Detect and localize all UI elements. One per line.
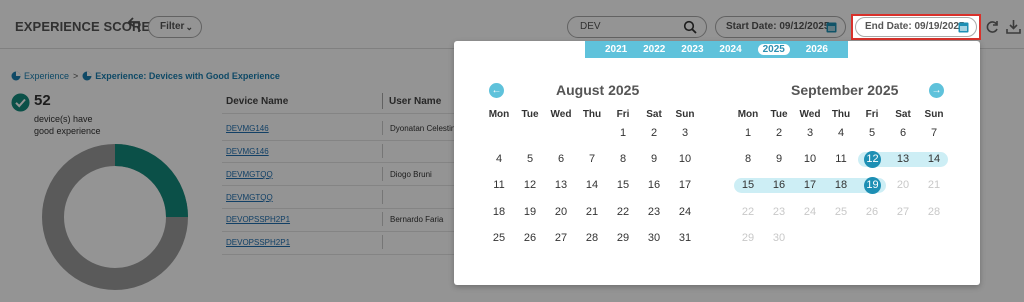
calendar-day: 30 <box>772 232 786 244</box>
calendar-day: 29 <box>741 232 755 244</box>
calendar-day[interactable]: 25 <box>485 232 513 244</box>
right-month-title: September 2025 <box>791 82 899 98</box>
calendar-day[interactable]: 13 <box>889 153 917 165</box>
year-option-selected[interactable]: 2025 <box>757 44 790 55</box>
end-date-label: End Date: 09/19/2025 <box>865 21 965 32</box>
weekday-label: Sun <box>924 109 944 120</box>
calendar-day[interactable]: 20 <box>547 206 575 218</box>
calendar-day[interactable]: 15 <box>734 179 762 191</box>
weekday-label: Wed <box>550 109 572 120</box>
calendar-day[interactable]: 2 <box>765 127 793 139</box>
range-start-day[interactable]: 12 <box>864 151 881 168</box>
arrow-right-icon: → <box>931 85 942 96</box>
weekday-label: Tue <box>770 109 788 120</box>
calendar-day: 28 <box>927 206 941 218</box>
calendar-day[interactable]: 1 <box>609 127 637 139</box>
calendar-day[interactable]: 14 <box>920 153 948 165</box>
calendar-day[interactable]: 9 <box>640 153 668 165</box>
calendar-day[interactable]: 28 <box>578 232 606 244</box>
calendar-day[interactable]: 30 <box>640 232 668 244</box>
weekday-label: Wed <box>799 109 821 120</box>
calendar-day[interactable]: 19 <box>516 206 544 218</box>
arrow-left-icon: ← <box>491 85 502 96</box>
year-option[interactable]: 2024 <box>719 44 741 55</box>
year-option[interactable]: 2026 <box>806 44 828 55</box>
range-end-day[interactable]: 19 <box>864 177 881 194</box>
weekday-label: Sat <box>646 109 662 120</box>
calendar-icon[interactable] <box>958 21 969 33</box>
calendar-day[interactable]: 8 <box>734 153 762 165</box>
calendar-day[interactable]: 1 <box>734 127 762 139</box>
calendar-day[interactable]: 23 <box>640 206 668 218</box>
calendar-day[interactable]: 26 <box>516 232 544 244</box>
weekday-label: Thu <box>582 109 602 120</box>
calendar-day[interactable]: 29 <box>609 232 637 244</box>
calendar-day[interactable]: 16 <box>765 179 793 191</box>
prev-month-button[interactable]: ← <box>489 83 504 98</box>
calendar-day[interactable]: 11 <box>485 179 513 191</box>
calendar-day[interactable]: 7 <box>578 153 606 165</box>
calendar-day[interactable]: 12 <box>516 179 544 191</box>
weekday-label: Sun <box>675 109 695 120</box>
weekday-label: Tue <box>521 109 539 120</box>
weekday-label: Thu <box>831 109 851 120</box>
calendar-day[interactable]: 11 <box>827 153 855 165</box>
weekday-label: Mon <box>737 109 759 120</box>
calendar-day[interactable]: 17 <box>671 179 699 191</box>
calendar-day[interactable]: 4 <box>827 127 855 139</box>
weekday-label: Sat <box>895 109 911 120</box>
calendar-day[interactable]: 18 <box>485 206 513 218</box>
calendar-day[interactable]: 17 <box>796 179 824 191</box>
calendar-day: 25 <box>834 206 848 218</box>
calendar-day[interactable]: 9 <box>765 153 793 165</box>
left-month-title: August 2025 <box>556 82 640 98</box>
calendar-day[interactable]: 6 <box>889 127 917 139</box>
calendar-day[interactable]: 3 <box>796 127 824 139</box>
calendar-day: 23 <box>772 206 786 218</box>
calendar-day[interactable]: 10 <box>671 153 699 165</box>
calendar-day: 22 <box>741 206 755 218</box>
calendar-day: 27 <box>896 206 910 218</box>
calendar-day: 21 <box>927 179 941 191</box>
end-date-highlight-box: End Date: 09/19/2025 <box>851 14 981 40</box>
calendar-day[interactable]: 27 <box>547 232 575 244</box>
calendar-day[interactable]: 18 <box>827 179 855 191</box>
calendar-day: 20 <box>896 179 910 191</box>
weekday-label: Fri <box>865 109 879 120</box>
date-picker-popup: 2021 2022 2023 2024 2025 2026 ← → August… <box>454 41 980 285</box>
calendar-day[interactable]: 3 <box>671 127 699 139</box>
calendar-day[interactable]: 6 <box>547 153 575 165</box>
calendar-day[interactable]: 24 <box>671 206 699 218</box>
calendar-day[interactable]: 15 <box>609 179 637 191</box>
weekday-label: Fri <box>616 109 630 120</box>
calendar-day[interactable]: 16 <box>640 179 668 191</box>
calendar-day[interactable]: 4 <box>485 153 513 165</box>
calendar-day[interactable]: 2 <box>640 127 668 139</box>
calendar-day[interactable]: 14 <box>578 179 606 191</box>
calendar-day[interactable]: 13 <box>547 179 575 191</box>
calendar-day[interactable]: 22 <box>609 206 637 218</box>
next-month-button[interactable]: → <box>929 83 944 98</box>
calendar-day[interactable]: 5 <box>858 127 886 139</box>
year-selector: 2021 2022 2023 2024 2025 2026 <box>585 41 848 58</box>
year-option[interactable]: 2022 <box>643 44 665 55</box>
calendar-day[interactable]: 31 <box>671 232 699 244</box>
year-option[interactable]: 2023 <box>681 44 703 55</box>
calendar-day[interactable]: 10 <box>796 153 824 165</box>
year-option[interactable]: 2021 <box>605 44 627 55</box>
calendar-day: 26 <box>865 206 879 218</box>
calendar-day[interactable]: 8 <box>609 153 637 165</box>
calendar-day[interactable]: 5 <box>516 153 544 165</box>
weekday-label: Mon <box>488 109 510 120</box>
end-date-field[interactable]: End Date: 09/19/2025 <box>855 17 977 37</box>
calendar-day[interactable]: 7 <box>920 127 948 139</box>
calendar-day[interactable]: 21 <box>578 206 606 218</box>
calendar-day: 24 <box>803 206 817 218</box>
